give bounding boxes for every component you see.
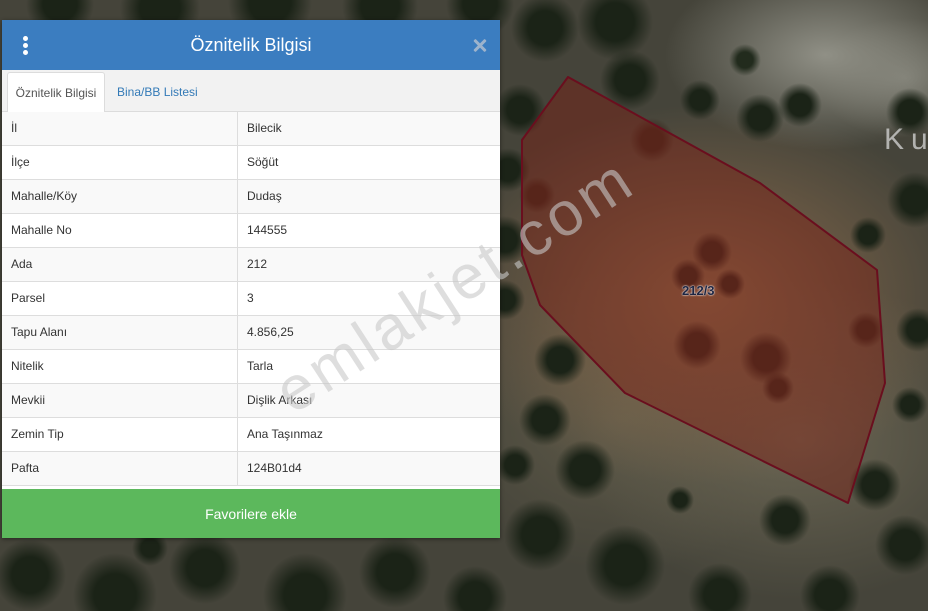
attribute-info-panel: Öznitelik Bilgisi Öznitelik Bilgisi Bina… <box>2 20 500 538</box>
table-row: İl Bilecik <box>2 112 500 146</box>
attribute-value: Dişlik Arkası <box>247 393 313 407</box>
attribute-label: Parsel <box>2 282 238 315</box>
panel-title: Öznitelik Bilgisi <box>190 35 312 55</box>
attribute-value: Dudaş <box>247 189 282 203</box>
attribute-label: Mevkii <box>2 384 238 417</box>
attribute-label: İlçe <box>2 146 238 179</box>
attribute-value: 3 <box>247 291 254 305</box>
attribute-label: Ada <box>2 248 238 281</box>
tab-bar: Öznitelik Bilgisi Bina/BB Listesi <box>2 70 500 112</box>
attribute-value: 144555 <box>247 223 288 237</box>
add-to-favorites-button[interactable]: Favorilere ekle <box>2 489 500 538</box>
attribute-label: Nitelik <box>2 350 238 383</box>
table-row: Mahalle No 144555 <box>2 214 500 248</box>
attribute-value: 4.856,25 <box>247 325 294 339</box>
table-row: Nitelik Tarla <box>2 350 500 384</box>
attribute-value: 124B01d4 <box>247 461 302 475</box>
tab-building-list[interactable]: Bina/BB Listesi <box>105 72 210 112</box>
table-row: İlçe Söğüt <box>2 146 500 180</box>
attribute-value: 212 <box>247 257 268 271</box>
attribute-value: Tarla <box>247 359 274 373</box>
attribute-label: İl <box>2 112 238 145</box>
attribute-label: Mahalle/Köy <box>2 180 238 213</box>
attribute-label: Zemin Tip <box>2 418 238 451</box>
attribute-label: Pafta <box>2 452 238 485</box>
table-row: Tapu Alanı 4.856,25 <box>2 316 500 350</box>
table-row: Ada 212 <box>2 248 500 282</box>
attribute-value: Söğüt <box>247 155 279 169</box>
map-place-label: Ku <box>884 123 928 156</box>
table-row: Zemin Tip Ana Taşınmaz <box>2 418 500 452</box>
panel-header: Öznitelik Bilgisi <box>2 20 500 70</box>
table-row: Parsel 3 <box>2 282 500 316</box>
table-row: Mevkii Dişlik Arkası <box>2 384 500 418</box>
attribute-value: Bilecik <box>247 121 282 135</box>
tab-attribute-info[interactable]: Öznitelik Bilgisi <box>7 72 105 112</box>
attribute-label: Mahalle No <box>2 214 238 247</box>
table-row: Mahalle/Köy Dudaş <box>2 180 500 214</box>
attribute-label: Tapu Alanı <box>2 316 238 349</box>
attribute-table: İl Bilecik İlçe Söğüt Mahalle/Köy Dudaş … <box>2 112 500 486</box>
parcel-number-label: 212/3 <box>682 283 715 298</box>
close-icon[interactable] <box>473 38 487 52</box>
table-row: Pafta 124B01d4 <box>2 452 500 486</box>
attribute-value: Ana Taşınmaz <box>247 427 323 441</box>
